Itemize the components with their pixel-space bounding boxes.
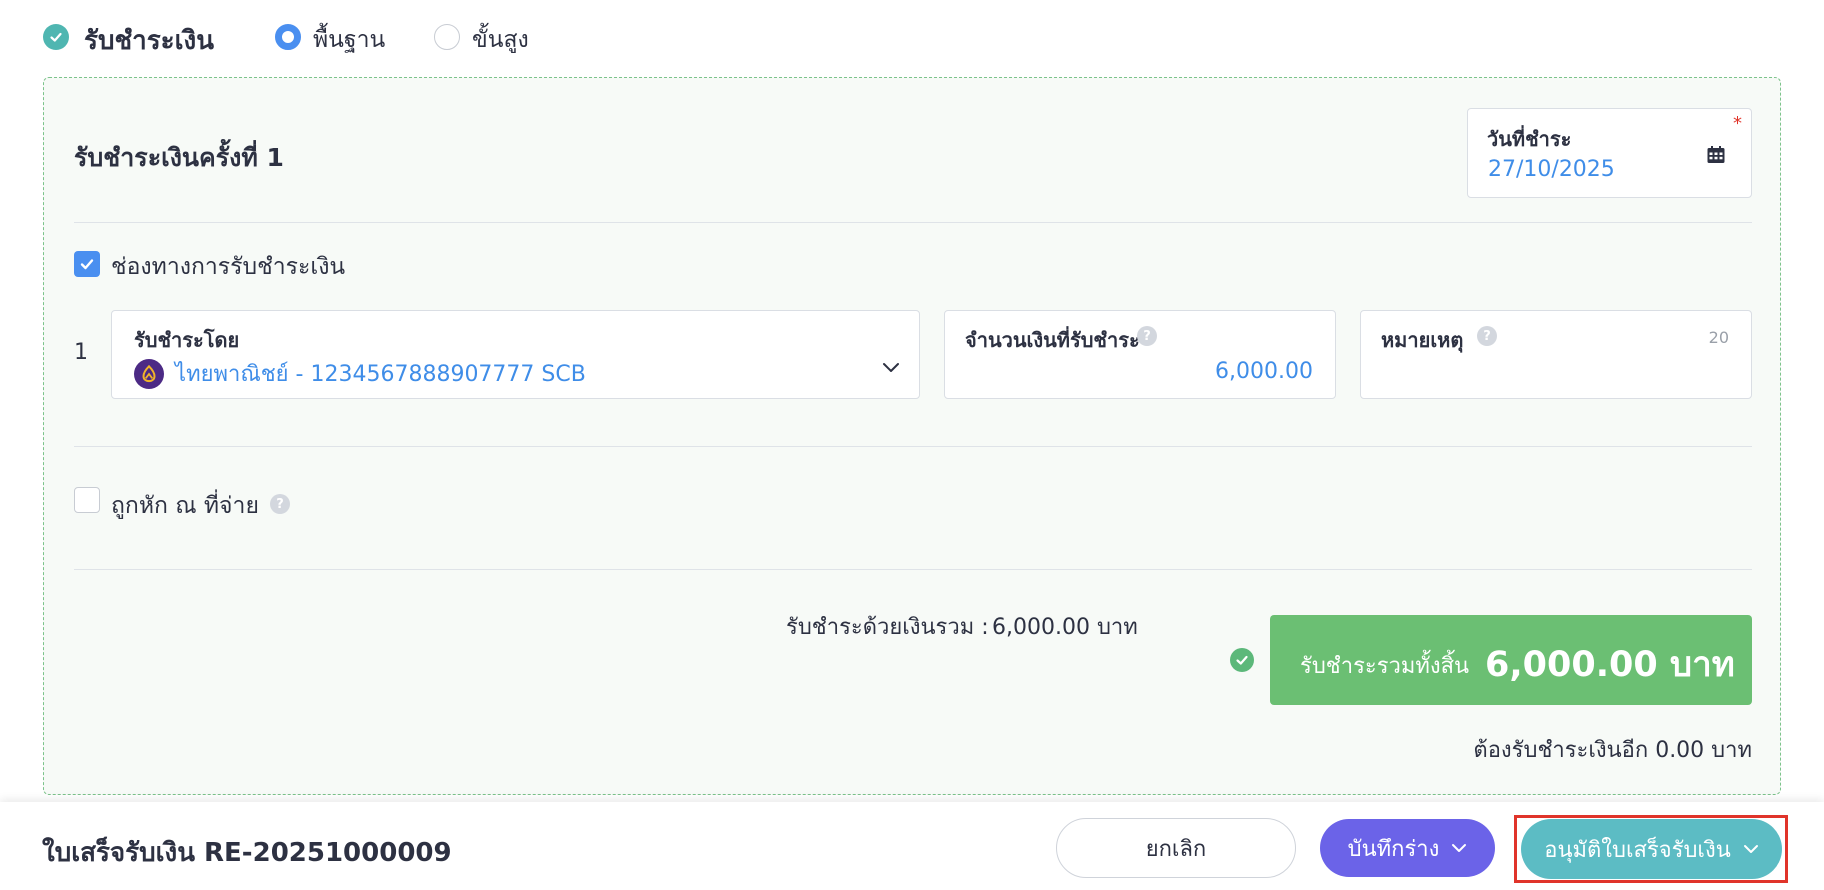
total-value: 6,000.00 บาท	[1485, 645, 1735, 685]
payment-amount-label: จำนวนเงินที่รับชำระ	[965, 328, 1140, 352]
approve-receipt-label: อนุมัติใบเสร็จรับเงิน	[1544, 837, 1731, 863]
channel-row-number: 1	[74, 340, 88, 365]
payment-note-field[interactable]: หมายเหตุ ? 20	[1360, 310, 1752, 399]
help-icon[interactable]: ?	[1477, 326, 1497, 346]
remaining-text: ต้องรับชำระเงินอีก 0.00 บาท	[1473, 738, 1752, 763]
payment-amount-field[interactable]: จำนวนเงินที่รับชำระ ? 6,000.00	[944, 310, 1336, 399]
save-draft-label: บันทึกร่าง	[1347, 836, 1440, 862]
payment-date-label: วันที่ชำระ	[1487, 127, 1572, 151]
divider	[74, 569, 1752, 570]
help-icon[interactable]: ?	[270, 494, 290, 514]
required-mark: *	[1733, 113, 1742, 134]
note-char-counter: 20	[1708, 328, 1729, 347]
payment-method-label: รับชำระโดย	[134, 328, 240, 352]
chevron-down-icon	[1452, 844, 1467, 852]
installment-title: รับชำระเงินครั้งที่ 1	[74, 143, 284, 172]
help-icon[interactable]: ?	[1137, 326, 1157, 346]
radio-basic-label: พื้นฐาน	[313, 27, 386, 53]
radio-advanced-label: ขั้นสูง	[472, 27, 529, 53]
scb-bank-logo-icon	[134, 359, 164, 389]
radio-advanced[interactable]	[434, 24, 460, 50]
withholding-checkbox[interactable]	[74, 487, 100, 513]
divider	[74, 222, 1752, 223]
payment-method-select[interactable]: รับชำระโดย ไทยพาณิชย์ - 1234567888907777…	[111, 310, 920, 399]
divider	[74, 446, 1752, 447]
channel-checkbox[interactable]	[74, 251, 100, 277]
chevron-down-icon	[1743, 845, 1758, 853]
save-draft-button[interactable]: บันทึกร่าง	[1320, 819, 1495, 877]
calendar-icon[interactable]	[1706, 145, 1726, 165]
payment-date-value[interactable]: 27/10/2025	[1488, 157, 1615, 182]
cancel-button[interactable]: ยกเลิก	[1056, 818, 1296, 878]
withholding-label: ถูกหัก ณ ที่จ่าย	[111, 493, 259, 519]
subtotal-label: รับชำระด้วยเงินรวม :	[786, 615, 989, 640]
total-label: รับชำระรวมทั้งสิ้น	[1300, 654, 1470, 679]
payment-note-label: หมายเหตุ	[1381, 328, 1464, 352]
channel-checkbox-label: ช่องทางการรับชำระเงิน	[111, 254, 346, 280]
payment-amount-value[interactable]: 6,000.00	[1215, 359, 1313, 384]
payment-method-value: ไทยพาณิชย์ - 1234567888907777 SCB	[175, 362, 586, 387]
chevron-down-icon[interactable]	[882, 359, 900, 372]
footer-bar: ใบเสร็จรับเงิน RE-20251000009 ยกเลิก บัน…	[0, 802, 1824, 890]
subtotal-value: 6,000.00 บาท	[992, 615, 1138, 640]
payment-toggle-label: รับชำระเงิน	[84, 26, 214, 56]
payment-check-icon[interactable]	[43, 24, 69, 50]
total-check-icon	[1230, 648, 1254, 672]
document-title: ใบเสร็จรับเงิน RE-20251000009	[42, 838, 452, 868]
radio-basic[interactable]	[275, 24, 301, 50]
payment-date-field[interactable]: วันที่ชำระ * 27/10/2025	[1467, 108, 1752, 198]
approve-receipt-button[interactable]: อนุมัติใบเสร็จรับเงิน	[1521, 819, 1782, 879]
total-box: รับชำระรวมทั้งสิ้น 6,000.00 บาท	[1270, 615, 1752, 705]
